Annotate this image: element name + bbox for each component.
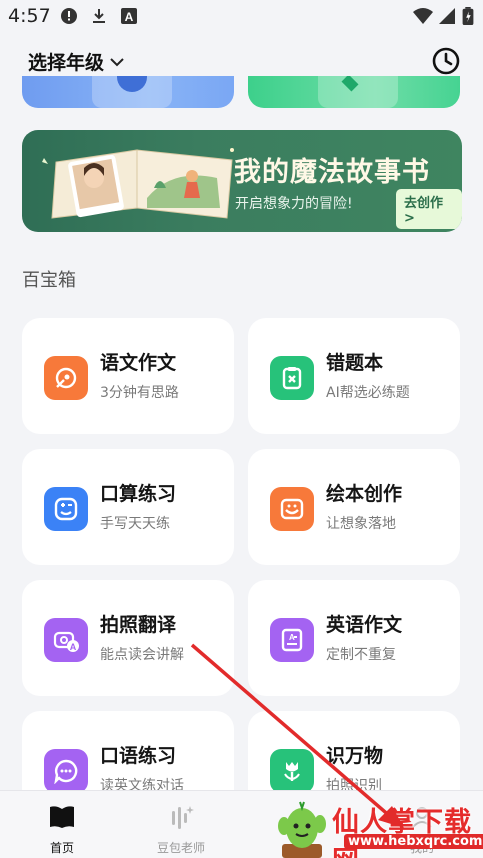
tool-desc: 定制不重复 [326, 647, 396, 663]
cactus-logo-icon [278, 801, 326, 858]
book-icon [50, 806, 74, 828]
tool-name: 拍照翻译 [100, 614, 177, 636]
tool-card-chinese-essay[interactable]: 语文作文 3分钟有思路 [22, 318, 234, 434]
alert-icon [61, 8, 77, 24]
feature-card-partial-right[interactable] [248, 76, 460, 108]
tool-card-mental-math[interactable]: 口算练习 手写天天练 [22, 449, 234, 565]
storybook-illustration [42, 148, 234, 219]
grade-select-label: 选择年级 [28, 52, 105, 74]
tool-card-photo-translate[interactable]: A 拍照翻译 能点读会讲解 [22, 580, 234, 696]
tool-desc: 能点读会讲解 [100, 647, 184, 663]
nav-item-doubao-teacher[interactable]: 豆包老师 [131, 797, 231, 857]
pen-nib-icon [44, 356, 88, 400]
banner-subtitle: 开启想象力的冒险! [235, 196, 353, 212]
wifi-icon [413, 8, 433, 24]
status-bar: 4:57 A [0, 0, 483, 34]
document-a-icon: A [270, 618, 314, 662]
clipboard-x-icon [270, 356, 314, 400]
tool-desc: AI帮选必练题 [326, 385, 410, 401]
signal-icon [439, 8, 455, 24]
tool-name: 口语练习 [100, 745, 177, 767]
sound-bars-icon [172, 806, 194, 829]
nav-label-doubao-teacher: 豆包老师 [156, 841, 205, 855]
tool-name: 错题本 [326, 352, 384, 374]
watermark-url: www.hebxqrc.com [344, 834, 483, 849]
tool-name: 口算练习 [100, 483, 177, 505]
tool-card-english-essay[interactable]: A 英语作文 定制不重复 [248, 580, 460, 696]
picture-book-icon [270, 487, 314, 531]
clock-icon[interactable] [429, 44, 463, 78]
speech-bubble-icon [44, 749, 88, 793]
tool-desc: 手写天天练 [100, 516, 170, 532]
svg-text:A: A [125, 10, 134, 24]
nav-label-home: 首页 [49, 841, 74, 855]
nav-item-home[interactable]: 首页 [12, 797, 112, 857]
chevron-down-icon [110, 57, 124, 66]
banner-create-button[interactable]: 去创作 > [396, 189, 462, 229]
camera-translate-icon: A [44, 618, 88, 662]
grade-select[interactable]: 选择年级 [28, 48, 124, 75]
battery-icon [462, 7, 474, 25]
tool-card-picture-book[interactable]: 绘本创作 让想象落地 [248, 449, 460, 565]
tool-desc: 3分钟有思路 [100, 385, 179, 401]
banner-title: 我的魔法故事书 [234, 157, 430, 188]
font-icon: A [121, 8, 137, 24]
svg-text:A: A [70, 642, 77, 652]
tool-name: 语文作文 [100, 352, 177, 374]
tool-card-mistake-book[interactable]: 错题本 AI帮选必练题 [248, 318, 460, 434]
calculator-face-icon [44, 487, 88, 531]
tool-name: 绘本创作 [326, 483, 403, 505]
tulip-icon [270, 749, 314, 793]
toolbox-title: 百宝箱 [22, 270, 76, 291]
watermark-text: 仙人掌下载网 [332, 807, 472, 858]
feature-card-partial-left[interactable] [22, 76, 234, 108]
tool-name: 识万物 [326, 745, 384, 767]
status-time: 4:57 [8, 5, 51, 27]
tool-desc: 让想象落地 [326, 516, 396, 532]
tool-name: 英语作文 [326, 614, 403, 636]
magic-storybook-banner[interactable]: 我的魔法故事书 开启想象力的冒险! 去创作 > [22, 130, 462, 232]
watermark: 仙人掌下载网 www.hebxqrc.com [270, 796, 483, 858]
download-icon [93, 9, 105, 23]
